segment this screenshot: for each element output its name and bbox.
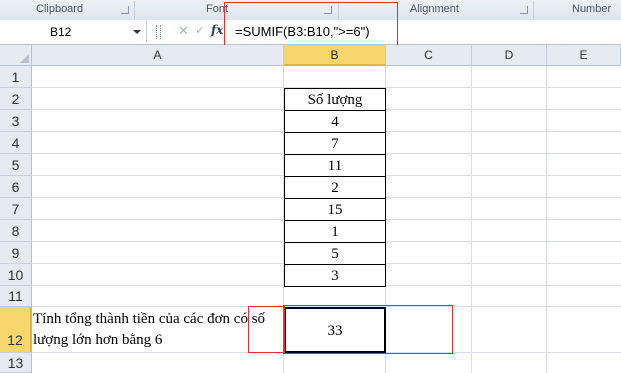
column-header-d[interactable]: D [472, 45, 547, 66]
row-header-11[interactable]: 11 [0, 286, 32, 307]
table-cell[interactable]: 2 [284, 176, 386, 199]
ribbon-group-alignment: Alignment [410, 3, 459, 15]
table-header-cell[interactable]: Số lượng [284, 88, 386, 111]
ribbon-separator [338, 1, 339, 19]
ribbon-group-clipboard: Clipboard [36, 3, 84, 15]
row-header-2[interactable]: 2 [0, 88, 32, 110]
row-header-9[interactable]: 9 [0, 242, 32, 264]
table-cell[interactable]: 4 [284, 110, 386, 133]
table-cell[interactable]: 15 [284, 198, 386, 221]
table-cell[interactable]: 11 [284, 154, 386, 177]
row-header-5[interactable]: 5 [0, 154, 32, 176]
table-cell[interactable]: 3 [284, 264, 386, 287]
column-header-a[interactable]: A [32, 45, 284, 66]
clipboard-launcher-icon[interactable] [121, 6, 129, 14]
ribbon-strip: Clipboard Font Alignment Number [0, 0, 621, 21]
row-header-12[interactable]: 12 [0, 307, 32, 353]
row-header-13[interactable]: 13 [0, 353, 32, 373]
row-header-10[interactable]: 10 [0, 264, 32, 286]
table-cell[interactable]: 1 [284, 220, 386, 243]
font-launcher-icon[interactable] [324, 6, 332, 14]
ribbon-group-font: Font [206, 3, 229, 15]
table-cell[interactable]: 5 [284, 242, 386, 265]
alignment-launcher-icon[interactable] [520, 6, 528, 14]
row-header-3[interactable]: 3 [0, 110, 32, 132]
column-header-b[interactable]: B [284, 45, 386, 66]
resize-grip-icon[interactable] [156, 25, 161, 39]
summary-label[interactable]: Tính tổng thành tiền của các đơn có số l… [33, 309, 283, 351]
cancel-icon[interactable]: ✕ [178, 23, 192, 39]
row-header-6[interactable]: 6 [0, 176, 32, 198]
formula-bar: B12 ✕ ✓ fx =SUMIF(B3:B10,">=6") [0, 20, 621, 45]
result-cell[interactable]: 33 [284, 307, 386, 353]
row-header-7[interactable]: 7 [0, 198, 32, 220]
table-cell[interactable]: 7 [284, 132, 386, 155]
name-box-value: B12 [50, 25, 72, 39]
row-header-8[interactable]: 8 [0, 220, 32, 242]
column-header-c[interactable]: C [386, 45, 472, 66]
formula-input[interactable]: =SUMIF(B3:B10,">=6") [235, 24, 370, 39]
row-header-1[interactable]: 1 [0, 66, 32, 88]
select-all-corner[interactable] [0, 45, 32, 66]
chevron-down-icon[interactable] [133, 30, 141, 34]
insert-function-icon[interactable]: fx [211, 23, 223, 37]
ribbon-separator [134, 1, 135, 19]
enter-icon[interactable]: ✓ [195, 23, 207, 39]
name-box[interactable]: B12 [0, 21, 147, 42]
ribbon-group-number: Number [572, 3, 612, 15]
ribbon-separator [533, 1, 534, 19]
column-header-e[interactable]: E [547, 45, 621, 66]
select-all-icon [20, 54, 29, 63]
row-header-4[interactable]: 4 [0, 132, 32, 154]
